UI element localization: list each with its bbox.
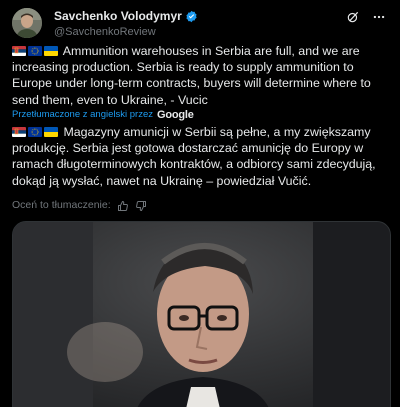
thumbs-up-icon[interactable] — [117, 200, 129, 212]
post-text-translated: Magazyny amunicji w Serbii są pełne, a m… — [12, 124, 388, 189]
translated-label[interactable]: Przetłumaczone z angielski przez — [12, 109, 153, 121]
eu-flag-icon — [28, 127, 42, 137]
post-text-original: Ammunition warehouses in Serbia are full… — [12, 43, 388, 108]
ukraine-flag-icon — [44, 46, 58, 56]
serbia-flag-icon — [12, 127, 26, 137]
eu-flag-icon — [28, 46, 42, 56]
rate-translation-row: Oceń to tłumaczenie: — [12, 199, 147, 212]
author-handle[interactable]: @SavchenkoReview — [54, 25, 198, 39]
verified-badge-icon — [186, 10, 197, 23]
avatar[interactable] — [12, 8, 42, 38]
google-logo: Google — [156, 109, 194, 121]
grok-icon[interactable] — [346, 10, 360, 24]
post-image[interactable] — [12, 221, 391, 407]
author-display-name[interactable]: Savchenko Volodymyr — [54, 9, 182, 24]
post-header: Savchenko Volodymyr @SavchenkoReview — [12, 8, 388, 38]
post-text-pl: Magazyny amunicji w Serbii są pełne, a m… — [12, 125, 376, 188]
translation-attribution: Przetłumaczone z angielski przez Google — [12, 109, 194, 121]
more-icon[interactable] — [372, 10, 386, 24]
thumbs-down-icon[interactable] — [135, 200, 147, 212]
ukraine-flag-icon — [44, 127, 58, 137]
author-names: Savchenko Volodymyr @SavchenkoReview — [54, 9, 198, 39]
serbia-flag-icon — [12, 46, 26, 56]
rate-translation-label: Oceń to tłumaczenie: — [12, 199, 111, 211]
post-text-en: Ammunition warehouses in Serbia are full… — [12, 44, 371, 107]
